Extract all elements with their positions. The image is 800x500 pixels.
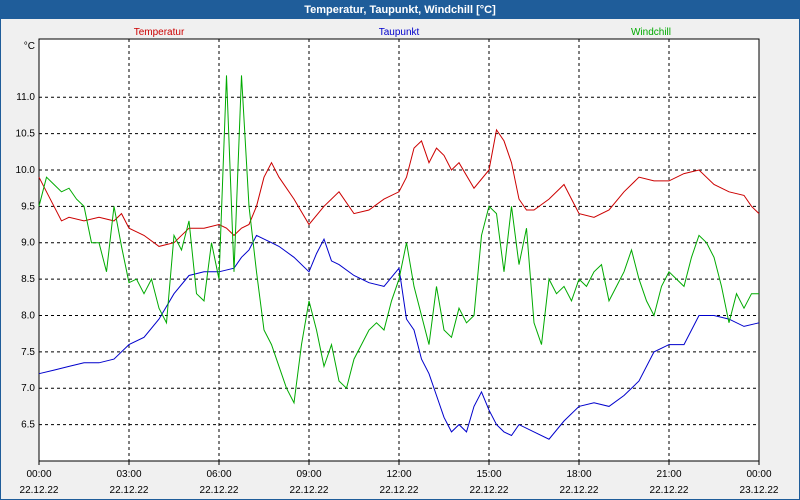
x-tick-time: 18:00 — [566, 469, 591, 480]
y-tick-label: 10.0 — [16, 165, 36, 176]
y-tick-label: 7.0 — [21, 383, 35, 394]
x-tick-date: 22.12.22 — [20, 485, 59, 496]
x-tick-time: 00:00 — [26, 469, 51, 480]
y-tick-label: 6.5 — [21, 420, 35, 431]
x-tick-time: 12:00 — [386, 469, 411, 480]
x-tick-time: 09:00 — [296, 469, 321, 480]
x-tick-date: 22.12.22 — [560, 485, 599, 496]
x-tick-date: 22.12.22 — [650, 485, 689, 496]
legend-temperatur: Temperatur — [134, 27, 185, 38]
x-tick-time: 15:00 — [476, 469, 501, 480]
y-tick-label: 11.0 — [16, 92, 35, 103]
y-axis-label: °C — [24, 41, 35, 52]
x-tick-time: 06:00 — [206, 469, 231, 480]
y-tick-label: 9.0 — [21, 238, 35, 249]
y-tick-label: 7.5 — [21, 347, 35, 358]
x-tick-date: 23.12.22 — [740, 485, 779, 496]
chart-window: Temperatur, Taupunkt, Windchill [°C] 6.5… — [0, 0, 800, 500]
x-tick-time: 00:00 — [746, 469, 771, 480]
legend-taupunkt: Taupunkt — [379, 27, 420, 38]
line-chart: 6.5 7.0 7.5 8.0 8.5 9.0 9.5 10.0 10.5 11.0 °C 00:00… — [16, 27, 779, 496]
y-tick-label: 9.5 — [21, 201, 35, 212]
x-tick-time: 03:00 — [116, 469, 141, 480]
x-tick-date: 22.12.22 — [110, 485, 149, 496]
x-tick-date: 22.12.22 — [470, 485, 509, 496]
y-tick-label: 8.0 — [21, 310, 35, 321]
x-tick-date: 22.12.22 — [200, 485, 239, 496]
y-tick-label: 8.5 — [21, 274, 35, 285]
legend-windchill: Windchill — [631, 27, 671, 38]
x-tick-date: 22.12.22 — [380, 485, 419, 496]
x-tick-time: 21:00 — [656, 469, 681, 480]
x-tick-date: 22.12.22 — [290, 485, 329, 496]
y-tick-label: 10.5 — [16, 129, 36, 140]
